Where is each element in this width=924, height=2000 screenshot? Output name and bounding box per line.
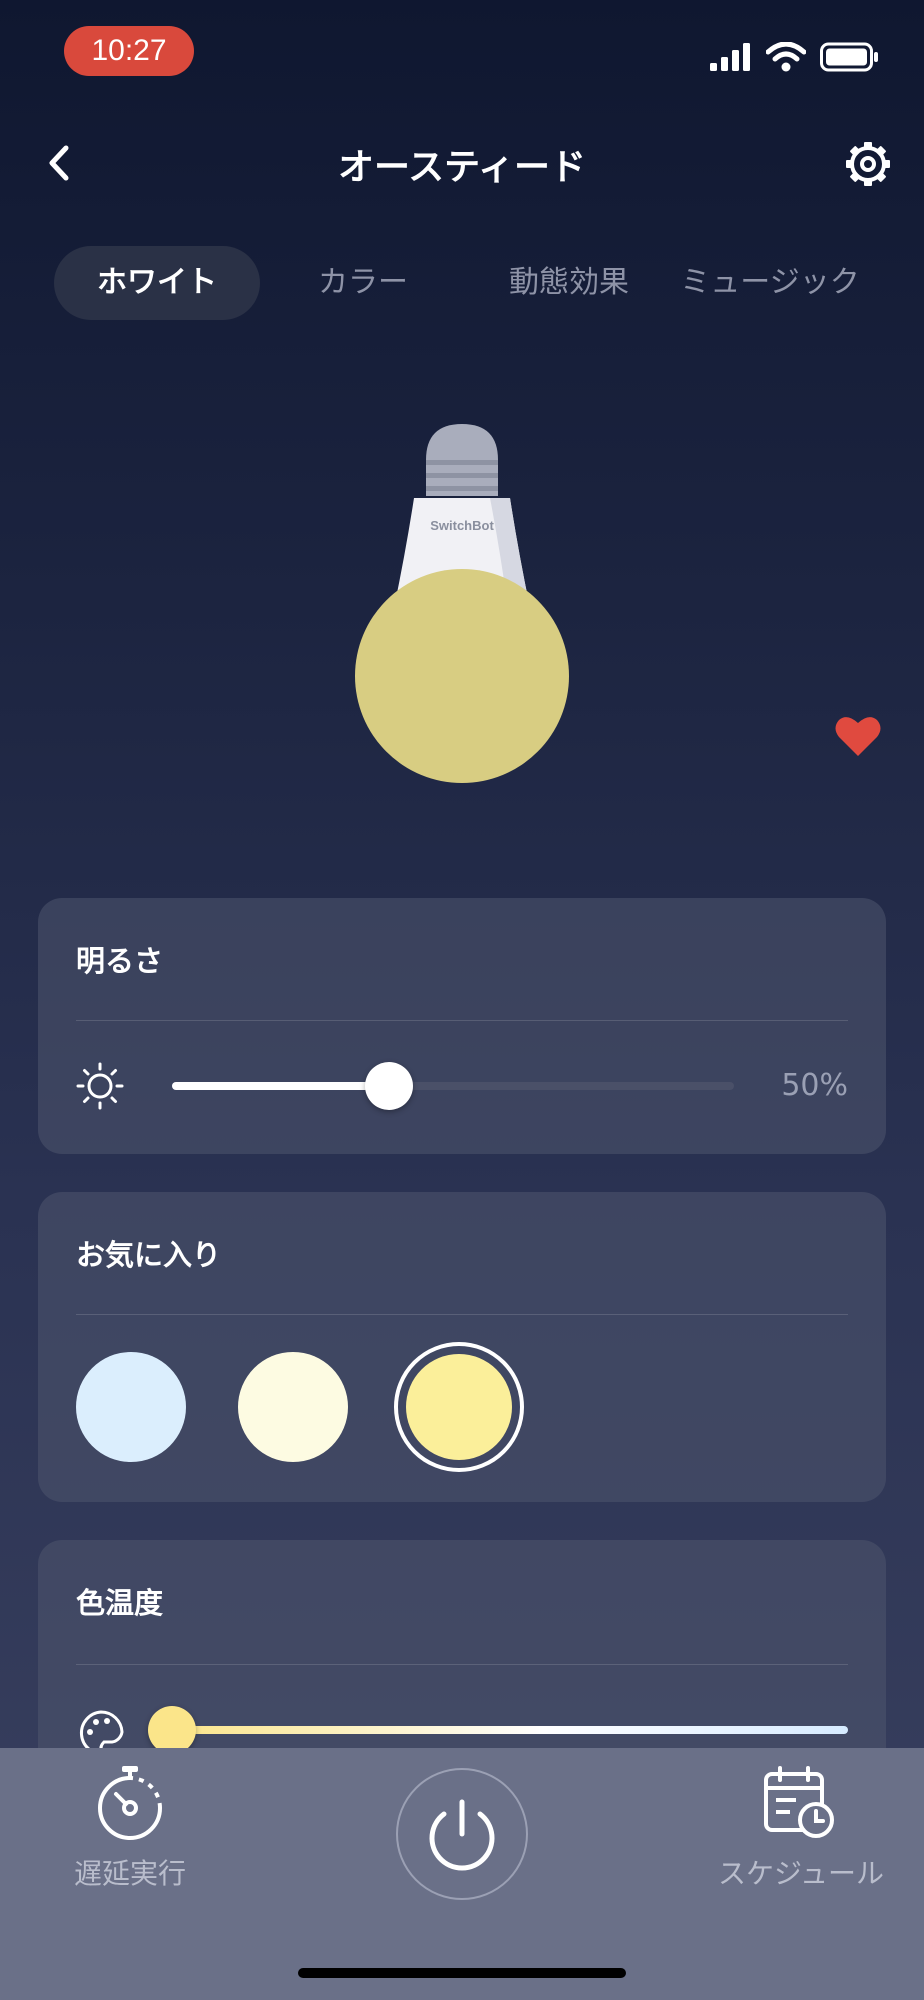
- brightness-title: 明るさ: [76, 944, 164, 978]
- tab-dynamic-effect[interactable]: 動態効果: [466, 246, 672, 320]
- color-temp-title: 色温度: [76, 1586, 164, 1620]
- sun-icon: [76, 1062, 124, 1110]
- brightness-slider[interactable]: [172, 1062, 734, 1110]
- page-title: オースティード: [337, 147, 587, 188]
- favorite-selected-ring[interactable]: [394, 1342, 524, 1472]
- favorite-color-preset[interactable]: [238, 1352, 348, 1462]
- tab-color[interactable]: カラー: [260, 246, 466, 320]
- favorite-color-preset[interactable]: [406, 1354, 512, 1460]
- gear-icon: [846, 142, 890, 186]
- battery-icon: [820, 42, 880, 76]
- delay-timer-label: 遅延実行: [74, 1857, 187, 1890]
- mode-tabs: ホワイト カラー 動態効果 ミュージック: [54, 246, 878, 320]
- favorite-color-preset[interactable]: [76, 1352, 186, 1462]
- divider: [76, 1664, 848, 1665]
- nav-bar: オースティード: [0, 120, 924, 204]
- status-icons: [710, 41, 880, 76]
- delay-timer-button[interactable]: 遅延実行: [60, 1764, 200, 1894]
- bulb-brand-label: SwitchBot: [430, 518, 494, 533]
- brightness-value: 50%: [781, 1068, 848, 1103]
- schedule-button[interactable]: スケジュール: [712, 1764, 892, 1894]
- favorites-title: お気に入り: [76, 1238, 222, 1272]
- favorite-heart-icon[interactable]: [834, 714, 882, 758]
- power-button[interactable]: [396, 1768, 528, 1900]
- tab-white[interactable]: ホワイト: [54, 246, 260, 320]
- divider: [76, 1314, 848, 1315]
- tab-music[interactable]: ミュージック: [660, 246, 880, 320]
- color-temp-slider[interactable]: [148, 1706, 848, 1754]
- brightness-card: 明るさ 50%: [38, 898, 886, 1154]
- schedule-label: スケジュール: [718, 1857, 885, 1890]
- favorites-card: お気に入り: [38, 1192, 886, 1502]
- signal-icon: [710, 43, 752, 75]
- color-temp-slider-knob[interactable]: [148, 1706, 196, 1754]
- settings-button[interactable]: [840, 136, 896, 192]
- status-bar: 10:27: [0, 0, 924, 100]
- home-indicator: [298, 1968, 626, 1978]
- bulb-illustration: SwitchBot: [350, 420, 574, 792]
- brightness-slider-knob[interactable]: [365, 1062, 413, 1110]
- stopwatch-icon: [90, 1764, 170, 1848]
- calendar-clock-icon: [760, 1764, 840, 1848]
- brightness-slider-fill: [172, 1082, 389, 1090]
- wifi-icon: [765, 41, 807, 76]
- divider: [76, 1020, 848, 1021]
- power-icon: [429, 1799, 495, 1871]
- status-time: 10:27: [64, 26, 194, 76]
